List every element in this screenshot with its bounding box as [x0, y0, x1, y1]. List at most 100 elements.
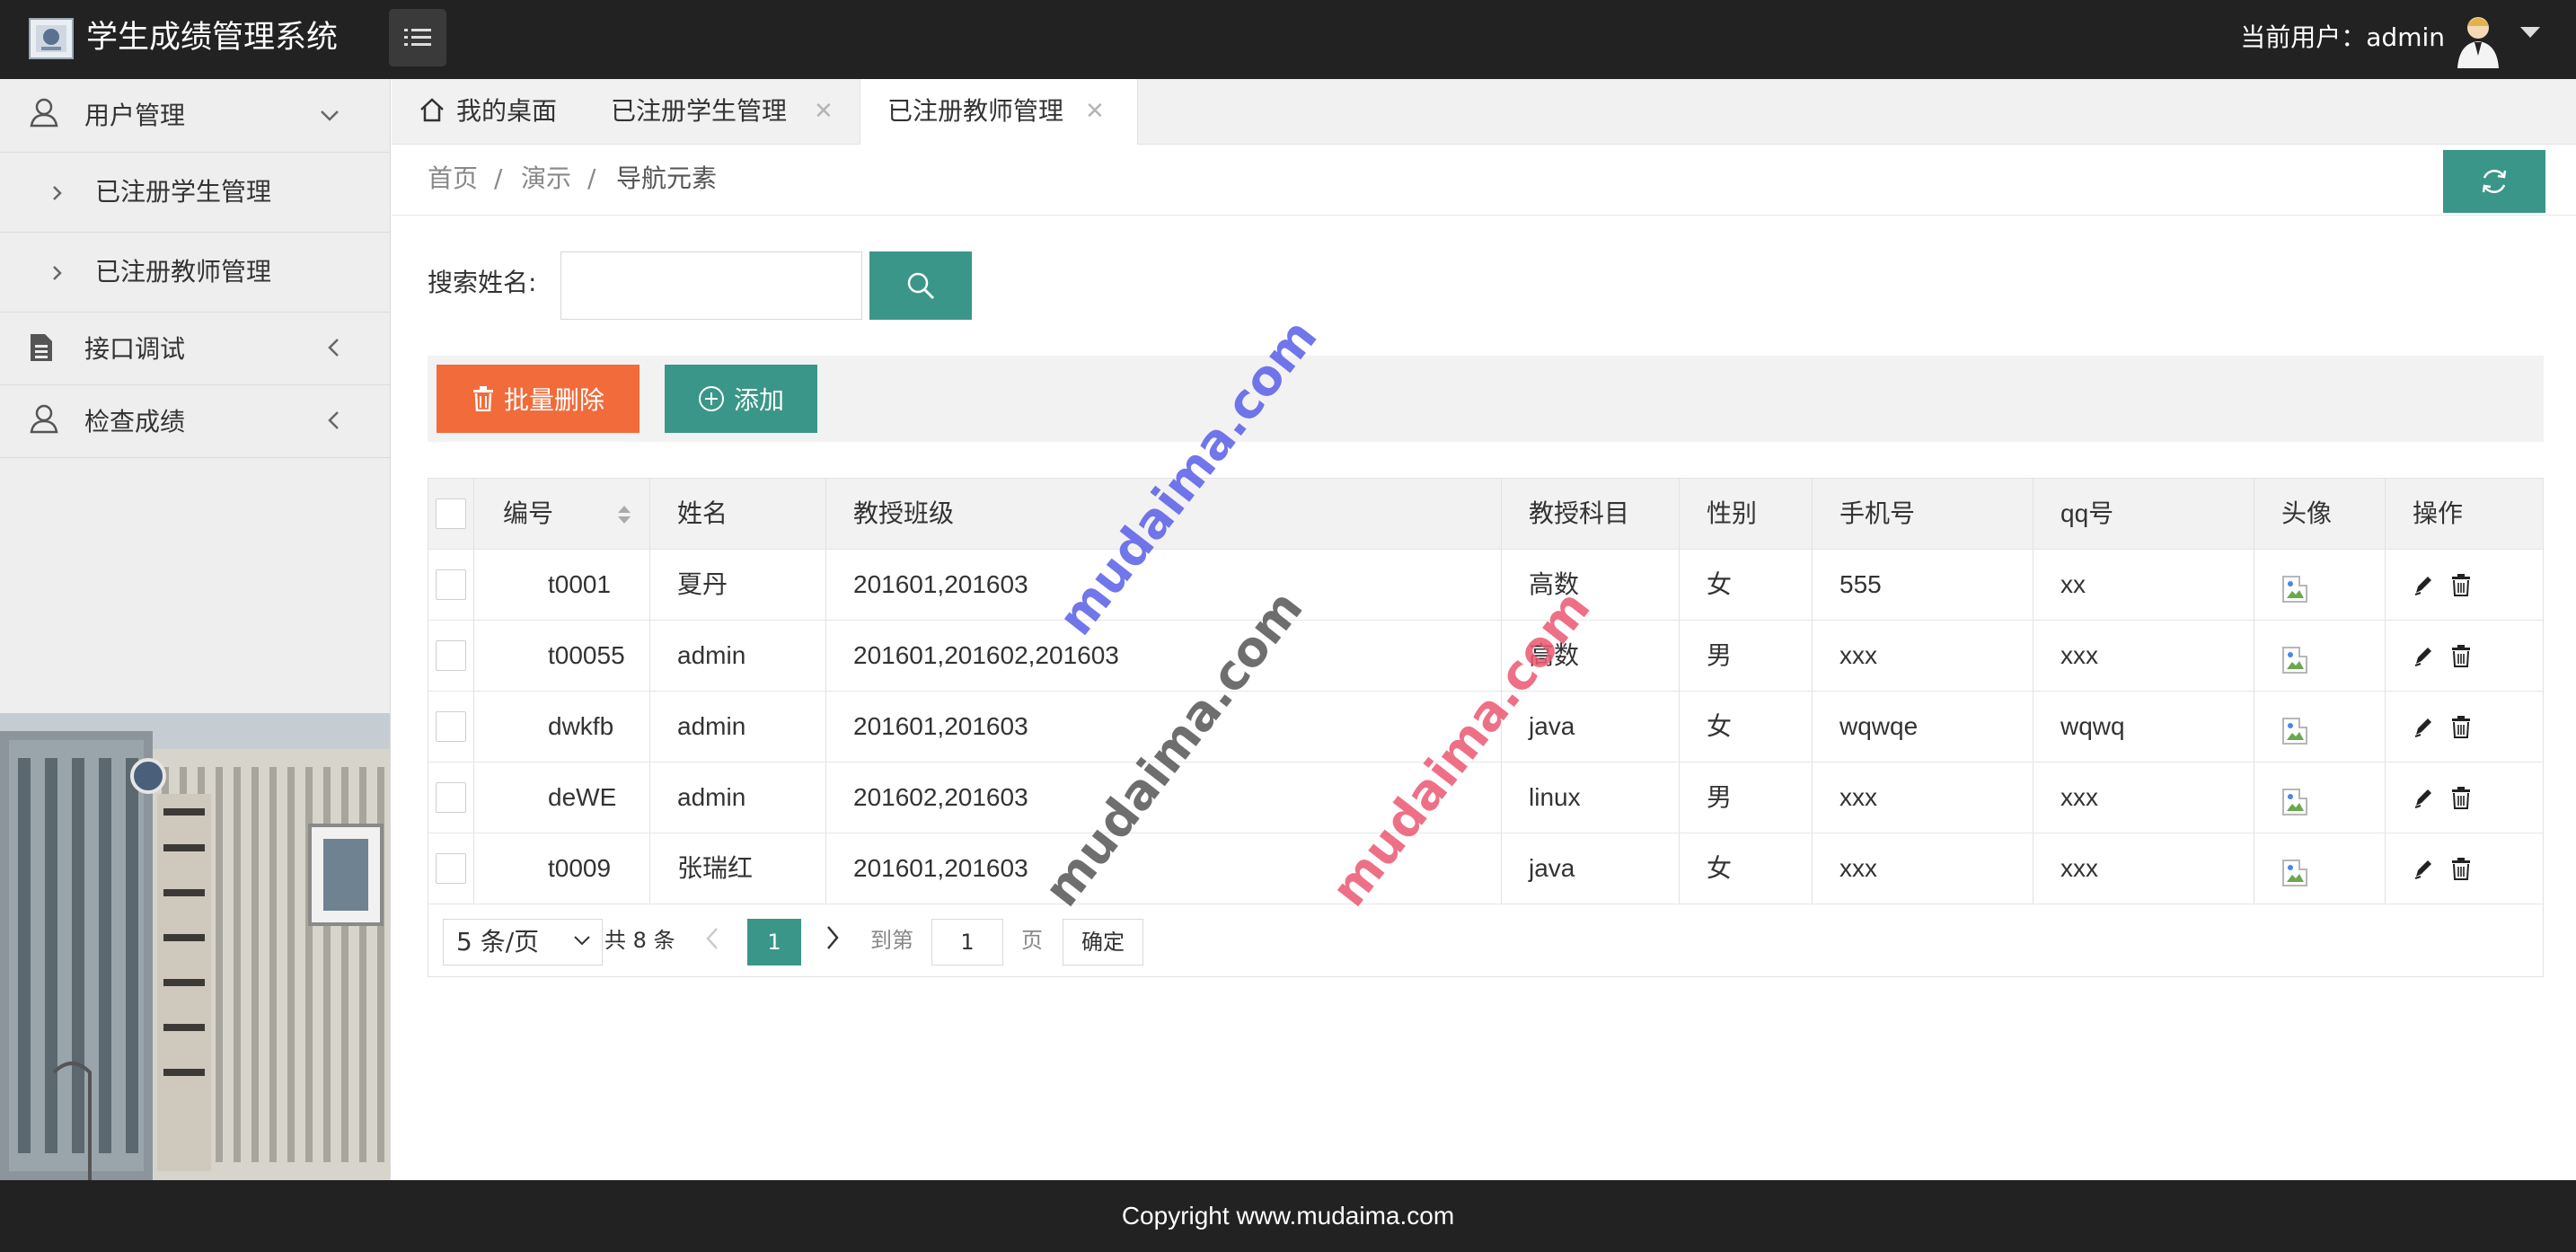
user-avatar[interactable]: [2452, 13, 2504, 68]
row-checkbox[interactable]: [436, 640, 466, 671]
trash-icon: [472, 386, 493, 411]
row-checkbox[interactable]: [436, 711, 466, 742]
user-menu-caret-icon[interactable]: [2520, 27, 2540, 38]
cell-name: 张瑞红: [649, 833, 825, 904]
menu-toggle-button[interactable]: [389, 9, 446, 66]
edit-icon[interactable]: [2413, 857, 2434, 880]
column-header-id[interactable]: 编号: [473, 479, 649, 549]
edit-icon[interactable]: [2413, 644, 2434, 667]
close-icon[interactable]: ✕: [814, 79, 834, 144]
chevron-right-icon: [53, 266, 62, 280]
sidebar-item-label: 接口调试: [84, 334, 186, 364]
row-checkbox[interactable]: [436, 782, 466, 813]
home-icon: [420, 98, 444, 122]
broken-image-icon: [2282, 789, 2307, 816]
broken-image-icon: [2282, 718, 2307, 745]
sidebar-item-label: 用户管理: [84, 101, 186, 130]
chevron-right-icon: [53, 186, 62, 200]
row-checkbox[interactable]: [436, 569, 466, 600]
tab-my-desktop[interactable]: 我的桌面: [419, 79, 557, 144]
edit-icon[interactable]: [2413, 786, 2434, 809]
edit-icon[interactable]: [2413, 715, 2434, 738]
sidebar-item-api-debug[interactable]: 接口调试: [0, 313, 390, 385]
page-size-value: 5 条/页: [456, 927, 540, 957]
goto-confirm-button[interactable]: 确定: [1063, 919, 1143, 965]
add-button[interactable]: 添加: [665, 365, 817, 433]
cell-phone: 555: [1812, 550, 2033, 620]
column-header-subject: 教授科目: [1501, 479, 1679, 549]
goto-page-input[interactable]: 1: [931, 919, 1003, 965]
column-header-gender: 性别: [1679, 479, 1812, 549]
batch-delete-button[interactable]: 批量删除: [437, 365, 640, 433]
breadcrumb: 首页 / 演示 / 导航元素: [392, 145, 2576, 216]
cell-phone: xxx: [1812, 833, 2033, 904]
cell-id: deWE: [473, 763, 649, 833]
search-name-input[interactable]: [560, 251, 862, 320]
chevron-down-icon: [321, 110, 339, 121]
cell-actions: [2385, 550, 2543, 620]
trash-icon[interactable]: [2450, 786, 2472, 809]
table-row: deWE admin 201602,201603 linux 男 xxx xxx: [428, 763, 2543, 833]
breadcrumb-separator: /: [494, 163, 503, 193]
footer-copyright: Copyright www.mudaima.com: [0, 1180, 2576, 1252]
trash-icon[interactable]: [2450, 857, 2472, 880]
current-user-name: admin: [2366, 22, 2445, 52]
tab-teacher-management[interactable]: 已注册教师管理 ✕: [860, 79, 1138, 145]
tab-bar: 我的桌面 已注册学生管理 ✕ 已注册教师管理 ✕: [392, 79, 2576, 145]
trash-icon[interactable]: [2450, 644, 2472, 667]
sidebar-item-label: 已注册教师管理: [95, 257, 272, 287]
cell-id: t0009: [473, 833, 649, 904]
edit-icon[interactable]: [2413, 573, 2434, 596]
chevron-down-icon: [574, 936, 590, 946]
page-unit-label: 页: [1021, 928, 1043, 953]
row-checkbox[interactable]: [436, 853, 466, 884]
trash-icon[interactable]: [2450, 573, 2472, 596]
cell-avatar: [2254, 692, 2385, 762]
next-page-icon[interactable]: [825, 924, 840, 951]
add-label: 添加: [733, 385, 784, 415]
search-button[interactable]: [869, 251, 972, 320]
breadcrumb-home[interactable]: 首页: [428, 161, 478, 197]
current-user[interactable]: 当前用户：admin: [2240, 20, 2445, 56]
tab-student-management[interactable]: 已注册学生管理 ✕: [611, 79, 846, 144]
row-checkbox-cell: [428, 550, 473, 620]
prev-page-icon[interactable]: [705, 926, 719, 951]
sidebar-item-teacher-management[interactable]: 已注册教师管理: [0, 233, 390, 313]
pagination: 5 条/页 共 8 条 1 到第 1 页 确定: [428, 904, 2543, 976]
cell-id: t0001: [473, 550, 649, 620]
close-icon[interactable]: ✕: [1085, 79, 1105, 144]
breadcrumb-demo[interactable]: 演示: [521, 161, 571, 197]
cell-classes: 201601,201603: [825, 550, 1501, 620]
breadcrumb-current: 导航元素: [616, 163, 718, 193]
sidebar-item-student-management[interactable]: 已注册学生管理: [0, 153, 390, 233]
current-user-prefix: 当前用户：: [2240, 22, 2367, 52]
cell-id: t00055: [473, 621, 649, 691]
cell-phone: wqwqe: [1812, 692, 2033, 762]
page-size-select[interactable]: 5 条/页: [443, 919, 603, 965]
broken-image-icon: [2282, 576, 2307, 603]
cell-actions: [2385, 692, 2543, 762]
column-header-phone: 手机号: [1812, 479, 2033, 549]
top-header: 学生成绩管理系统 当前用户：admin: [0, 0, 2576, 79]
tab-label: 已注册学生管理: [611, 96, 788, 126]
search-icon: [907, 272, 935, 300]
sidebar-item-user-management[interactable]: 用户管理: [0, 79, 390, 153]
page-1-button[interactable]: 1: [747, 919, 801, 965]
cell-name: admin: [649, 621, 825, 691]
trash-icon[interactable]: [2450, 715, 2472, 738]
cell-qq: wqwq: [2033, 692, 2254, 762]
chevron-left-icon: [328, 339, 339, 357]
cell-avatar: [2254, 550, 2385, 620]
cell-actions: [2385, 833, 2543, 904]
campus-building-image: [0, 713, 390, 1180]
sort-icon[interactable]: [616, 504, 632, 525]
refresh-button[interactable]: [2443, 150, 2545, 213]
row-checkbox-cell: [428, 692, 473, 762]
sidebar-item-label: 检查成绩: [84, 407, 186, 436]
plus-circle-icon: [698, 386, 724, 411]
cell-name: 夏丹: [649, 550, 825, 620]
sidebar-item-check-grades[interactable]: 检查成绩: [0, 385, 390, 458]
select-all-checkbox[interactable]: [436, 498, 466, 529]
cell-gender: 男: [1679, 763, 1812, 833]
column-header-actions: 操作: [2385, 479, 2543, 549]
